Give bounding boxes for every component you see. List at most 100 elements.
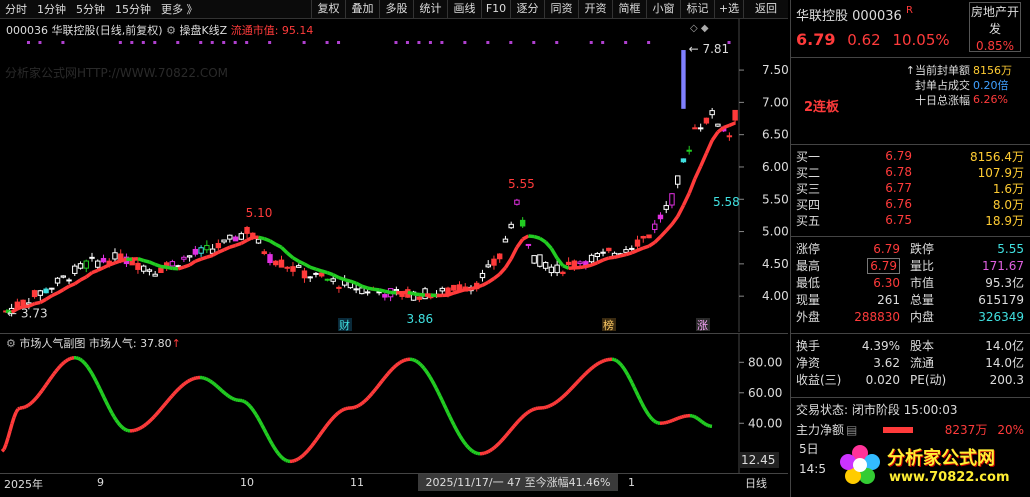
stat-value-text: 4.39% <box>861 338 900 353</box>
popularity-segment <box>246 402 252 408</box>
popularity-segment <box>339 408 343 414</box>
toolbar-button-2[interactable]: 多股 <box>379 0 413 18</box>
popularity-segment <box>334 411 340 417</box>
candle-body <box>324 278 331 281</box>
bid-row[interactable]: 买三 6.77 1.6万 <box>796 180 1024 196</box>
toolbar-button-0[interactable]: 复权 <box>311 0 345 18</box>
period-label[interactable]: 日线 <box>745 475 767 491</box>
popularity-segment <box>150 415 156 421</box>
toolbar-button-5[interactable]: F10 <box>481 0 510 18</box>
popularity-segment <box>82 361 88 366</box>
popularity-chart[interactable]: 80.00 60.00 40.00 12.45 ⚙ 市场人气副图 市场人气: 37.8… <box>0 333 788 474</box>
candle-body <box>43 288 49 294</box>
signal-dot <box>38 41 42 44</box>
popularity-segment <box>77 356 81 361</box>
period-tab-3[interactable]: 15分钟 <box>110 0 156 19</box>
signal-dot <box>601 41 605 44</box>
ma-segment <box>177 265 185 271</box>
toolbar-button-3[interactable]: 统计 <box>413 0 447 18</box>
stat-value-2: 95.3亿 <box>985 276 1024 290</box>
popularity-segment <box>545 404 549 409</box>
candle-body <box>49 287 55 290</box>
stat-key-2: 股本 <box>910 339 935 353</box>
ma-segment <box>521 234 530 241</box>
bid-volume: 8156.4万 <box>970 149 1024 164</box>
popularity-segment <box>592 363 598 368</box>
kline-chart[interactable]: 7.50 7.00 6.50 6.00 5.50 5.00 4.50 4.00 ← 7.81 5.… <box>0 19 788 332</box>
date-label: 2025年 <box>4 478 43 491</box>
bid-row[interactable]: 买四 6.76 8.0万 <box>796 196 1024 212</box>
ma-segment <box>344 277 351 283</box>
sub-settings-icon[interactable]: ⚙ <box>6 337 16 350</box>
candle-body <box>72 265 78 274</box>
candle-body <box>169 261 176 267</box>
popularity-segment <box>34 394 40 400</box>
pin-icon[interactable]: ◆ <box>701 23 709 34</box>
popularity-segment <box>67 357 71 362</box>
seal-row: ↑当前封单额 8156万 <box>796 62 1021 77</box>
toolbar-button-13[interactable]: 返回 <box>743 0 788 18</box>
signal-dot <box>222 41 226 44</box>
ma-segment <box>303 262 312 269</box>
popularity-segment <box>216 385 222 391</box>
ma-segment <box>240 238 248 245</box>
candle-body <box>296 265 302 268</box>
toolbar-button-11[interactable]: 标记 <box>680 0 714 18</box>
popularity-segment <box>558 396 564 401</box>
toolbar-button-10[interactable]: 小窗 <box>646 0 680 18</box>
signal-dot <box>532 41 536 44</box>
popularity-segment <box>428 376 434 382</box>
date-label: 11 <box>350 476 364 489</box>
popularity-segment <box>54 367 60 373</box>
toolbar-button-12[interactable]: +选 <box>714 0 743 18</box>
bid-row[interactable]: 买五 6.75 18.9万 <box>796 212 1024 228</box>
price-annotation: ← 3.73 <box>7 307 48 321</box>
candle-body <box>192 248 199 255</box>
candle-body <box>204 244 210 251</box>
popularity-segment <box>310 441 316 447</box>
period-tab-1[interactable]: 1分钟 <box>32 0 71 19</box>
signal-dot <box>233 41 237 44</box>
candle-body <box>290 266 296 272</box>
popularity-segment <box>56 365 62 370</box>
toolbar-button-9[interactable]: 简框 <box>612 0 646 18</box>
candle-body <box>100 257 107 263</box>
bid-volume: 8.0万 <box>992 197 1024 212</box>
bid-row[interactable]: 买二 6.78 107.9万 <box>796 164 1024 180</box>
toolbar-button-8[interactable]: 开资 <box>578 0 612 18</box>
ma-segment <box>419 292 426 297</box>
popularity-segment <box>553 400 557 406</box>
popularity-segment <box>471 449 475 454</box>
candle-body <box>669 193 675 206</box>
diamond-icon[interactable]: ◇ <box>690 23 698 34</box>
ma-segment <box>286 251 295 260</box>
toolbar-button-7[interactable]: 同资 <box>544 0 578 18</box>
popularity-segment <box>112 415 118 421</box>
ma-segment <box>453 289 461 295</box>
ma-segment <box>481 280 490 287</box>
toolbar-button-4[interactable]: 画线 <box>447 0 481 18</box>
period-tab-0[interactable]: 分时 <box>0 0 32 19</box>
popularity-segment <box>638 398 644 405</box>
toolbar-button-1[interactable]: 叠加 <box>345 0 379 18</box>
stat-value: 0.020 <box>844 373 904 387</box>
period-tab-4[interactable]: 更多 》 <box>156 0 203 19</box>
price-pct: 10.05% <box>892 31 950 49</box>
period-tab-2[interactable]: 5分钟 <box>71 0 110 19</box>
candle-body <box>238 233 245 240</box>
popularity-segment <box>285 458 289 463</box>
popularity-segment <box>100 392 106 399</box>
indicator-name[interactable]: 操盘K线Z <box>179 24 227 37</box>
bid-row[interactable]: 买一 6.79 8156.4万 <box>796 148 1024 164</box>
ma-segment <box>217 248 225 254</box>
settings-icon[interactable]: ⚙ <box>166 24 176 37</box>
ma-segment <box>154 262 162 269</box>
toolbar-button-6[interactable]: 逐分 <box>510 0 544 18</box>
candle-body <box>186 255 193 258</box>
ma-segment <box>704 139 714 154</box>
streak-badge: 2连板 <box>804 100 840 115</box>
candle-body <box>571 260 578 268</box>
popularity-segment <box>360 400 366 405</box>
sector-box[interactable]: 房地产开 发 0.85% <box>969 2 1021 53</box>
ma-segment <box>148 260 156 267</box>
